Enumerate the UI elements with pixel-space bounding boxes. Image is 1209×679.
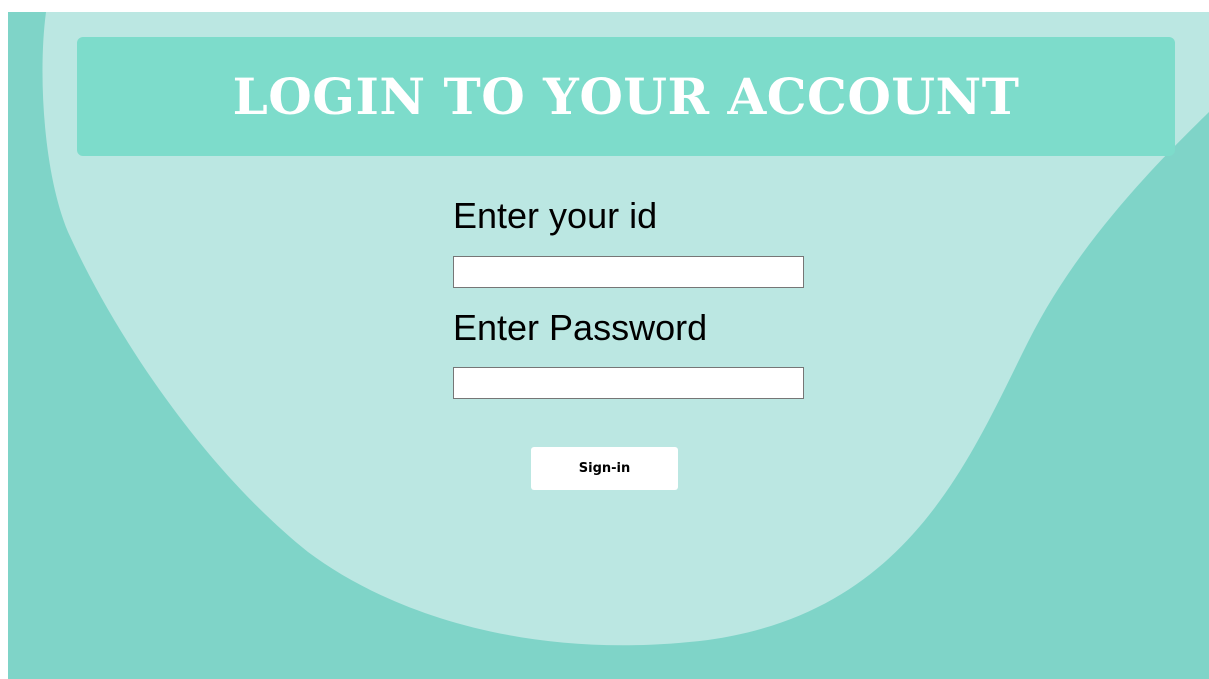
- sign-in-button[interactable]: Sign-in: [531, 447, 678, 490]
- page: LOGIN TO YOUR ACCOUNT Enter your id Ente…: [0, 0, 1209, 679]
- id-label: Enter your id: [453, 195, 658, 236]
- page-title: LOGIN TO YOUR ACCOUNT: [232, 67, 1020, 126]
- header-bar: LOGIN TO YOUR ACCOUNT: [77, 37, 1175, 156]
- password-input[interactable]: [453, 367, 804, 399]
- password-label: Enter Password: [453, 307, 708, 348]
- id-input[interactable]: [453, 256, 804, 288]
